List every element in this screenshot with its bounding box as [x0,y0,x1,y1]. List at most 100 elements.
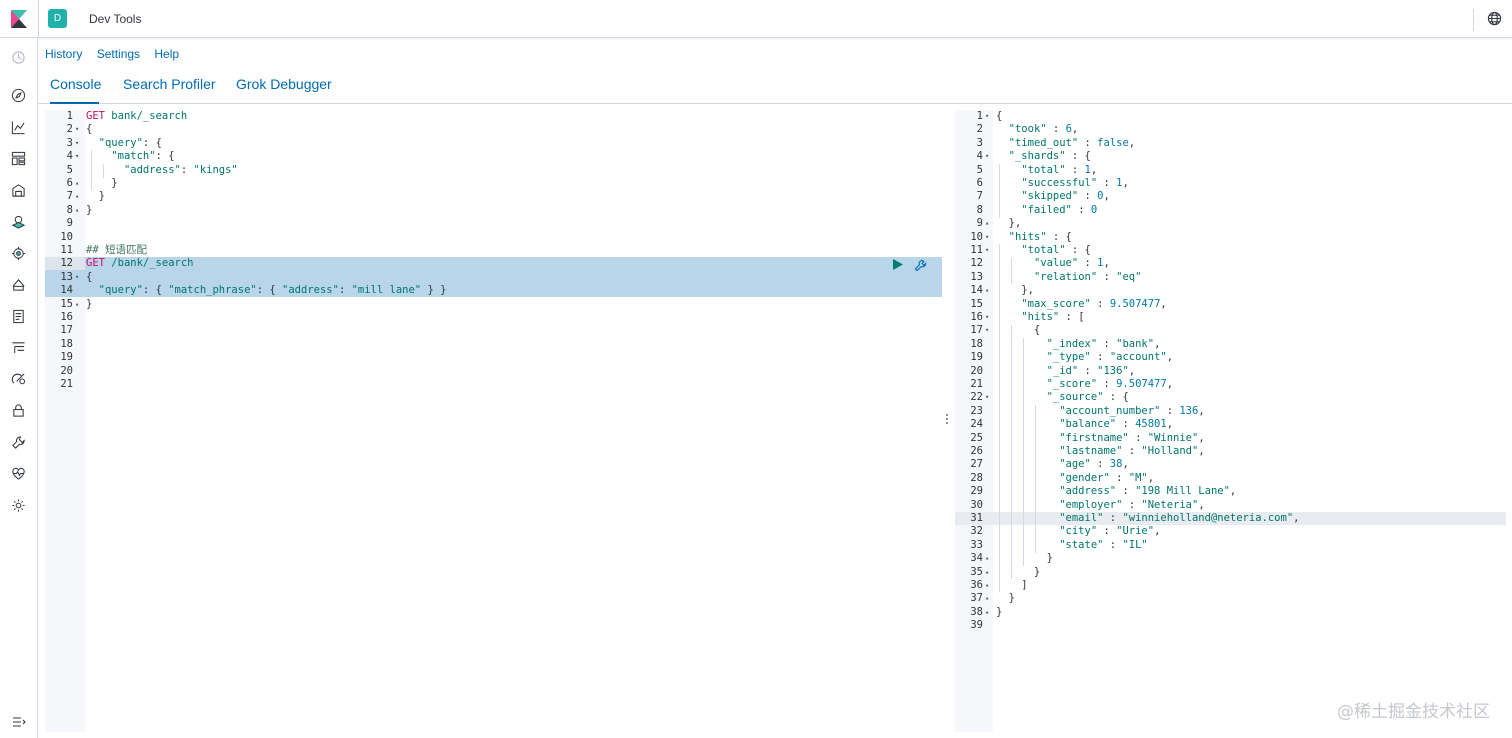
fold-open-icon[interactable]: ▾ [985,324,989,337]
fold-open-icon[interactable]: ▾ [985,311,989,324]
fold-close-icon[interactable]: ▴ [985,606,989,619]
code-token: "mill lane" [351,284,422,297]
fold-close-icon[interactable]: ▴ [75,298,79,311]
fold-open-icon[interactable]: ▾ [75,123,79,136]
code-line: 6 ▴ } [45,177,942,190]
request-editor[interactable]: 1 GET bank/_search 2 ▾{3 ▾ "query": {4 ▾ "mat… [45,110,942,732]
code-line: 24 "balance" : 45801, [955,418,1506,431]
line-number: 15 [970,297,983,310]
code-token: : [1097,337,1117,350]
code-line: 3 "timed_out" : false, [955,137,1506,150]
fold-open-icon[interactable]: ▾ [985,391,989,404]
tab-grok-debugger[interactable]: Grok Debugger [236,76,332,104]
fold-close-icon[interactable]: ▴ [75,177,79,190]
tab-console[interactable]: Console [50,76,101,104]
fold-close-icon[interactable]: ▴ [75,190,79,203]
code-token: : [1160,404,1180,417]
code-token: } [996,592,1015,605]
discover-icon[interactable] [11,88,26,103]
code-token: , [1154,525,1161,538]
canvas-icon[interactable] [11,183,26,198]
management-icon[interactable] [11,498,26,513]
send-request-icon[interactable] [893,259,903,270]
code-text: "successful" : 1, [996,177,1128,190]
fold-close-icon[interactable]: ▴ [985,552,989,565]
line-number: 14 [60,284,73,297]
code-text: } [996,566,1040,579]
fold-close-icon[interactable]: ▴ [985,592,989,605]
fold-open-icon[interactable]: ▾ [75,271,79,284]
line-number: 30 [970,498,983,511]
code-token: "hits" [1008,230,1047,243]
fold-open-icon[interactable]: ▾ [985,150,989,163]
code-token: , [1229,485,1237,498]
fold-close-icon[interactable]: ▴ [985,217,989,230]
line-number: 26 [970,445,983,457]
line-number: 17 [60,324,73,337]
code-token: : [1116,418,1136,431]
editor-resize-handle[interactable] [945,414,949,428]
infrastructure-icon[interactable] [11,277,26,292]
space-avatar[interactable]: D [48,9,67,28]
apm-icon[interactable] [11,340,26,355]
code-text: "email" : "winnieholland@neteria.com", [996,512,1299,525]
line-number: 7 [66,190,73,203]
fold-open-icon[interactable]: ▾ [985,244,989,257]
code-token: : [1122,445,1142,457]
code-token: { [996,324,1041,337]
code-token: "kings" [193,163,238,176]
code-token: , [1293,512,1300,524]
collapse-nav-icon[interactable] [12,716,26,728]
tab-search-profiler[interactable]: Search Profiler [123,76,216,104]
help-globe-icon[interactable] [1487,11,1502,26]
recently-viewed-icon[interactable] [11,50,26,65]
help-link[interactable]: Help [154,47,179,61]
line-number: 17 [970,324,983,337]
code-line: 5 "address": "kings" [45,164,942,177]
code-token: "198 Mill Lane" [1135,485,1230,498]
dashboard-icon[interactable] [11,151,26,166]
code-line: 34 ▴ } [955,552,1506,565]
uptime-icon[interactable] [11,372,26,387]
code-text: "failed" : 0 [996,204,1097,217]
fold-open-icon[interactable]: ▾ [985,231,989,244]
line-number: 1 [66,110,73,122]
maps-icon[interactable] [11,214,26,229]
line-number: 16 [970,311,983,323]
fold-close-icon[interactable]: ▴ [985,579,989,592]
line-number: 7 [976,190,983,203]
code-token: , [1166,418,1174,431]
fold-close-icon[interactable]: ▴ [985,284,989,297]
code-line: 19 "_type" : "account", [955,351,1506,364]
code-token: , [1198,404,1205,417]
line-number: 20 [60,364,73,377]
settings-link[interactable]: Settings [97,47,140,61]
request-settings-wrench-icon[interactable] [914,259,927,272]
code-text: "account_number" : 136, [996,404,1205,418]
dev-tools-icon[interactable] [11,435,26,450]
code-line: 15 ▴} [45,298,942,311]
code-line: 20 [45,365,942,378]
monitoring-icon[interactable] [11,466,26,481]
logs-icon[interactable] [11,309,26,324]
line-number: 38 [970,605,983,618]
kibana-logo[interactable] [11,10,27,28]
fold-open-icon[interactable]: ▾ [75,137,79,150]
ml-icon[interactable] [11,246,26,261]
history-link[interactable]: History [45,47,82,61]
line-number: 8 [976,203,983,216]
fold-open-icon[interactable]: ▾ [985,110,989,123]
line-number: 18 [970,337,983,350]
fold-open-icon[interactable]: ▾ [75,150,79,163]
siem-icon[interactable] [11,403,26,418]
line-number: 4 [66,150,73,163]
fold-close-icon[interactable]: ▴ [985,566,989,579]
fold-close-icon[interactable]: ▴ [75,204,79,217]
visualize-icon[interactable] [11,120,26,135]
